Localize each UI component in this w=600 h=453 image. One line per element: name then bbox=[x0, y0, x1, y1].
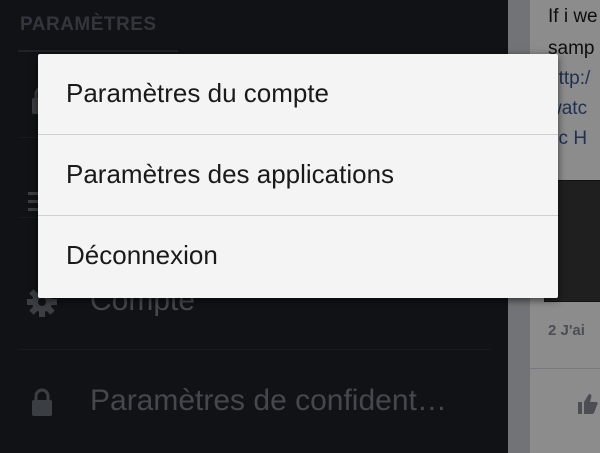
overflow-menu: Paramètres du compte Paramètres des appl… bbox=[38, 54, 558, 298]
menu-item-label: Paramètres des applications bbox=[66, 159, 395, 189]
menu-item-app-settings[interactable]: Paramètres des applications bbox=[38, 135, 558, 216]
menu-item-label: Déconnexion bbox=[66, 240, 218, 270]
menu-item-label: Paramètres du compte bbox=[66, 78, 330, 108]
menu-item-logout[interactable]: Déconnexion bbox=[38, 216, 558, 297]
menu-item-account-settings[interactable]: Paramètres du compte bbox=[38, 54, 558, 135]
